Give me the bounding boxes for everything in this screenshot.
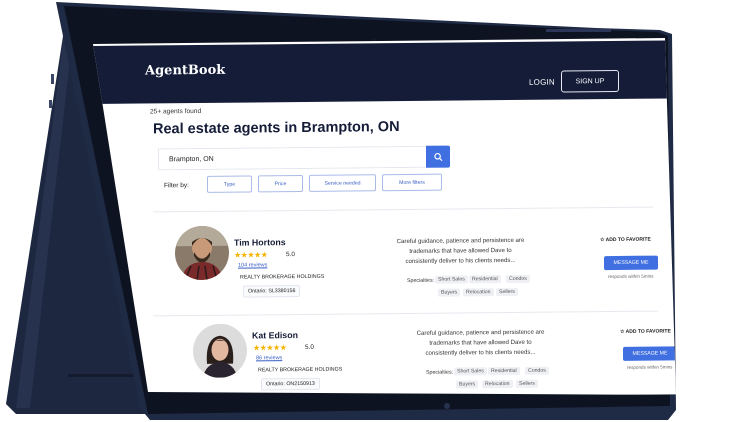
search-button[interactable]: [426, 145, 450, 168]
filter-type[interactable]: Type: [207, 175, 252, 193]
agent-photo: [193, 323, 247, 379]
agent-name[interactable]: Kat Edison: [252, 330, 298, 340]
webcam-icon: [444, 403, 450, 409]
message-me-button[interactable]: MESSAGE ME: [623, 346, 676, 361]
description-line: consistently deliver to his clients need…: [425, 348, 536, 357]
search-icon: [433, 152, 443, 161]
specialty-tag: Buyers: [438, 288, 461, 297]
login-link[interactable]: LOGIN: [529, 78, 555, 87]
specialty-tag: Short Sales: [454, 367, 487, 376]
rating-stars: ★★★★★: [234, 250, 268, 260]
response-time: responds within 5mins: [627, 364, 673, 370]
rating-value: 5.0: [305, 343, 314, 351]
rating-value: 5.0: [286, 251, 295, 259]
filter-service-needed[interactable]: Service needed: [309, 174, 376, 192]
agent-photo: [175, 225, 229, 281]
specialty-tag: Relocation: [482, 379, 513, 389]
reviews-link[interactable]: 86 reviews: [256, 355, 282, 361]
add-to-favorite-button[interactable]: ☆ ADD TO FAVORITE: [600, 237, 651, 243]
license-badge: Ontario: ON2150913: [261, 377, 320, 391]
page-title: Real estate agents in Brampton, ON: [153, 119, 400, 138]
specialty-tag: Condos: [506, 274, 530, 284]
specialty-tag: Residential: [488, 366, 520, 376]
message-me-button[interactable]: MESSAGE ME: [604, 255, 658, 271]
avatar[interactable]: [193, 323, 247, 379]
filter-by-label: Filter by:: [164, 182, 189, 190]
specialty-tag: Relocation: [463, 288, 494, 297]
site-logo[interactable]: AgentBook: [145, 63, 225, 79]
description-line: consistently deliver to his clients need…: [405, 256, 516, 266]
agent-description: Careful guidance, patience and persisten…: [383, 236, 538, 267]
specialties-label: Specialties:: [426, 369, 454, 376]
brokerage-name: REALTY BROKERAGE HOLDINGS: [258, 366, 343, 374]
search-input[interactable]: Brampton, ON: [158, 145, 426, 171]
specialty-tag: Sellers: [516, 379, 538, 388]
navbar: AgentBook LOGIN SIGN UP: [93, 40, 676, 104]
specialties-label: Specialties:: [407, 277, 435, 284]
specialty-tag: Sellers: [496, 287, 518, 297]
avatar[interactable]: [175, 225, 229, 281]
filter-price[interactable]: Price: [258, 174, 303, 193]
agent-description: Careful guidance, patience and persisten…: [403, 328, 558, 359]
agent-name[interactable]: Tim Hortons: [234, 237, 286, 247]
divider: [153, 206, 653, 213]
add-to-favorite-button[interactable]: ☆ ADD TO FAVORITE: [620, 328, 671, 334]
response-time: responds within 5mins: [608, 273, 654, 280]
results-count: 25+ agents found: [150, 107, 202, 116]
specialty-tag: Buyers: [456, 380, 479, 389]
reviews-link[interactable]: 104 reviews: [238, 262, 267, 268]
rating-stars: ★★★★★: [253, 343, 287, 353]
filter-more[interactable]: More filters: [382, 173, 442, 192]
brokerage-name: REALTY BROKERAGE HOLDINGS: [240, 273, 325, 281]
specialty-tag: Residential: [469, 275, 501, 284]
specialty-tag: Short Sales: [435, 275, 468, 284]
divider: [153, 310, 658, 317]
web-page: AgentBook LOGIN SIGN UP 25+ agents found…: [93, 38, 676, 395]
specialty-tag: Condos: [525, 366, 549, 375]
license-badge: Ontario: SL3380156: [243, 285, 301, 298]
signup-button[interactable]: SIGN UP: [561, 69, 619, 93]
